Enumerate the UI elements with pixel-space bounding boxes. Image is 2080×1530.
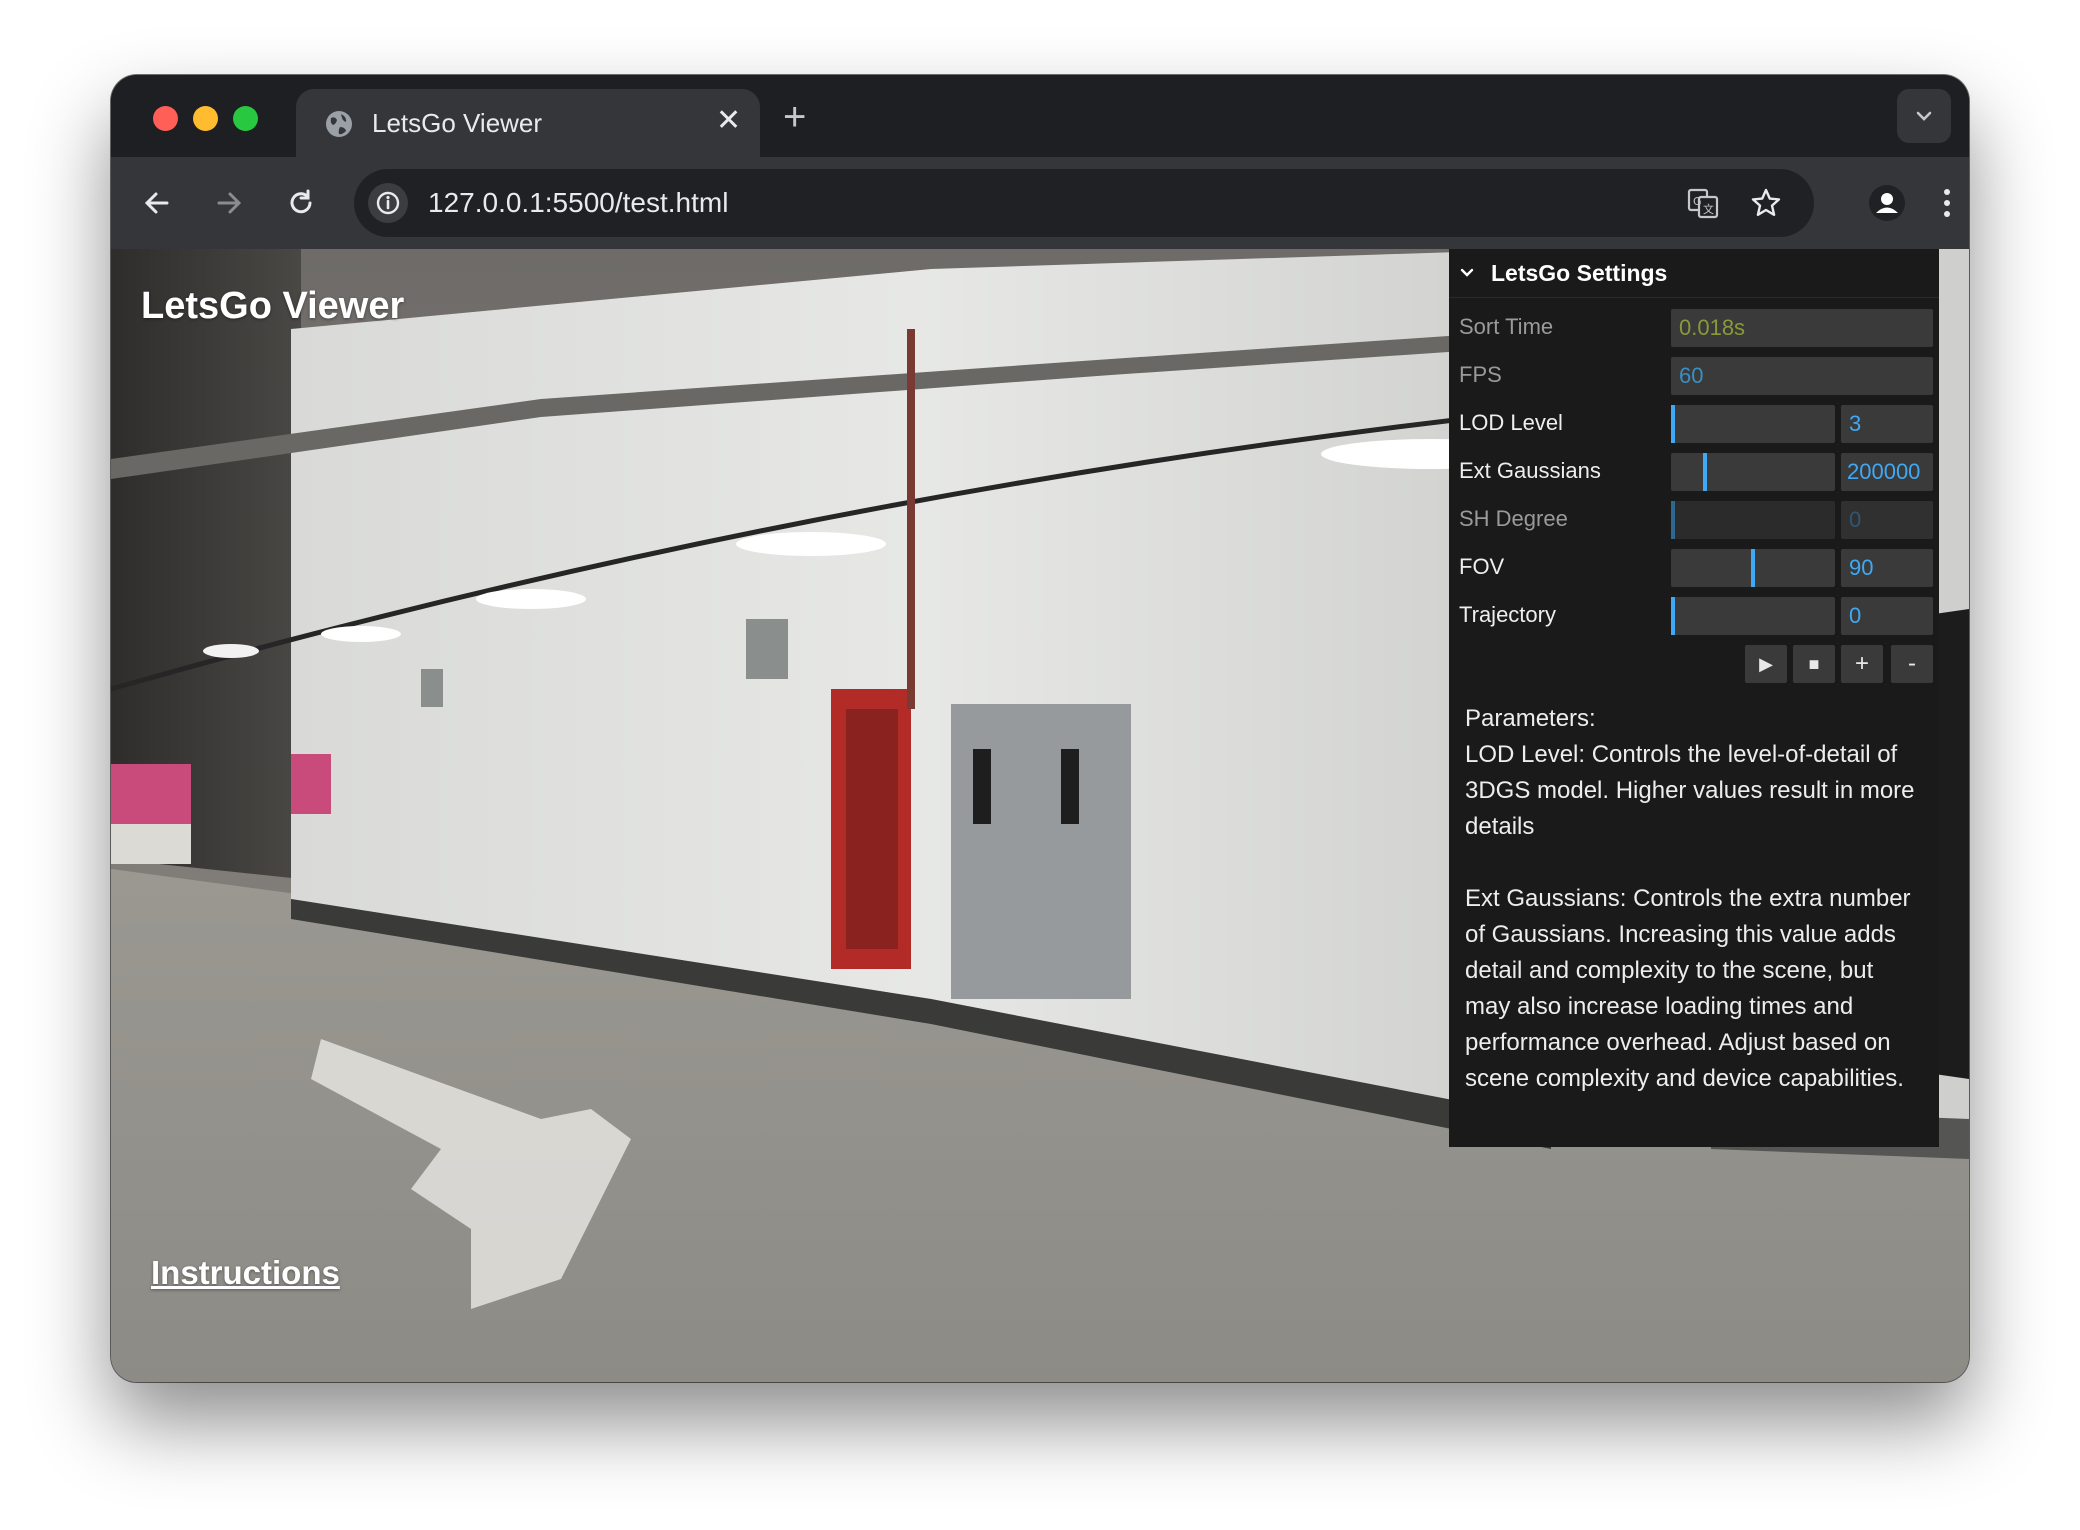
sort-time-row: Sort Time 0.018s (1449, 303, 1939, 351)
reload-icon (290, 189, 312, 214)
slider-knob[interactable] (1751, 549, 1755, 587)
slider-knob[interactable] (1703, 453, 1707, 491)
slider-knob[interactable] (1671, 597, 1675, 635)
lod-level-label: LOD Level (1459, 410, 1563, 435)
trajectory-slider[interactable] (1671, 597, 1835, 635)
svg-text:文: 文 (1703, 202, 1714, 216)
instructions-link[interactable]: Instructions (151, 1254, 340, 1292)
tab-letsgo-viewer[interactable]: LetsGo Viewer ✕ (296, 89, 760, 157)
ext-gaussians-input[interactable]: 200000 (1841, 453, 1933, 491)
lod-level-slider[interactable] (1671, 405, 1835, 443)
arrow-right-icon (217, 192, 242, 214)
tab-search-button[interactable] (1897, 89, 1951, 143)
sort-time-value: 0.018s (1671, 309, 1933, 347)
chevron-down-icon (1916, 111, 1932, 121)
svg-text:G: G (1693, 195, 1702, 208)
tab-bar: LetsGo Viewer ✕ + (111, 75, 1969, 157)
parameters-heading: Parameters: (1465, 705, 1596, 732)
star-icon[interactable] (1746, 183, 1786, 223)
trajectory-label: Trajectory (1459, 602, 1556, 627)
lod-level-input[interactable]: 3 (1841, 405, 1933, 443)
ext-gaussians-label: Ext Gaussians (1459, 458, 1601, 483)
zoom-window-button[interactable] (233, 106, 258, 131)
close-window-button[interactable] (153, 106, 178, 131)
back-button[interactable] (137, 183, 177, 223)
fps-row: FPS 60 (1449, 351, 1939, 399)
remove-point-button[interactable]: - (1891, 645, 1933, 683)
trajectory-input[interactable]: 0 (1841, 597, 1933, 635)
settings-panel: LetsGo Settings Sort Time 0.018s FPS 60 … (1449, 249, 1939, 1147)
slider-knob[interactable] (1671, 501, 1675, 539)
address-bar[interactable]: 127.0.0.1:5500/test.html G 文 (354, 169, 1814, 237)
tab-close-icon[interactable]: ✕ (716, 105, 741, 137)
add-point-button[interactable]: + (1841, 645, 1883, 683)
sh-degree-input[interactable]: 0 (1841, 501, 1933, 539)
app-title: LetsGo Viewer (141, 285, 405, 327)
parameters-description: Parameters: LOD Level: Controls the leve… (1465, 701, 1925, 1097)
trajectory-row: Trajectory 0 (1449, 591, 1939, 639)
new-tab-button[interactable]: + (783, 97, 806, 137)
settings-header[interactable]: LetsGo Settings (1449, 249, 1939, 298)
fps-label: FPS (1459, 362, 1502, 387)
fov-row: FOV 90 (1449, 543, 1939, 591)
play-button[interactable]: ▶ (1745, 645, 1787, 683)
profile-button[interactable] (1867, 183, 1907, 223)
sh-degree-label: SH Degree (1459, 506, 1568, 531)
sh-degree-row: SH Degree 0 (1449, 495, 1939, 543)
lod-level-row: LOD Level 3 (1449, 399, 1939, 447)
slider-knob[interactable] (1671, 405, 1675, 443)
stop-button[interactable]: ■ (1793, 645, 1835, 683)
browser-window: LetsGo Viewer ✕ + 127.0.0.1:5500/test.ht… (111, 75, 1969, 1382)
ext-gaussians-slider[interactable] (1671, 453, 1835, 491)
sh-degree-slider[interactable] (1671, 501, 1835, 539)
fov-slider[interactable] (1671, 549, 1835, 587)
lod-description: LOD Level: Controls the level-of-detail … (1465, 741, 1915, 840)
settings-title: LetsGo Settings (1491, 259, 1668, 286)
reload-button[interactable] (281, 183, 321, 223)
fov-input[interactable]: 90 (1841, 549, 1933, 587)
globe-icon (326, 111, 352, 137)
tab-title: LetsGo Viewer (372, 108, 543, 138)
trajectory-controls: ▶ ■ + - (1449, 639, 1939, 687)
fps-value: 60 (1671, 357, 1933, 395)
viewer-canvas[interactable]: LetsGo Viewer Instructions LetsGo Settin… (111, 249, 1969, 1382)
ext-gaussians-description: Ext Gaussians: Controls the extra number… (1465, 885, 1911, 1092)
kebab-menu-icon (1944, 189, 1950, 217)
info-icon (376, 191, 400, 215)
sort-time-label: Sort Time (1459, 314, 1554, 339)
browser-toolbar: 127.0.0.1:5500/test.html G 文 (111, 157, 1969, 249)
ext-gaussians-row: Ext Gaussians 200000 (1449, 447, 1939, 495)
translate-icon[interactable]: G 文 (1683, 183, 1723, 223)
minimize-window-button[interactable] (193, 106, 218, 131)
url-text[interactable]: 127.0.0.1:5500/test.html (428, 185, 728, 221)
menu-button[interactable] (1927, 183, 1967, 223)
avatar-icon (1869, 185, 1905, 221)
site-info-icon[interactable] (368, 183, 408, 223)
chevron-down-icon (1459, 265, 1481, 281)
fov-label: FOV (1459, 554, 1505, 579)
arrow-left-icon (144, 192, 169, 214)
forward-button[interactable] (209, 183, 249, 223)
